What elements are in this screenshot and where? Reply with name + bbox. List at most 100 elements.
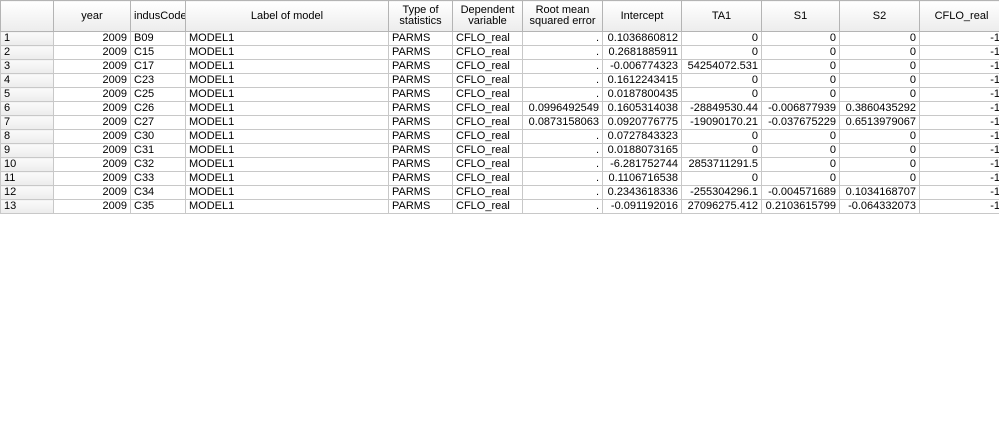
table-row[interactable]: 12 2009 C34 MODEL1 PARMS CFLO_real. 0.23436183…	[0, 185, 999, 200]
row-number[interactable]: 8	[0, 129, 54, 144]
cell-type[interactable]: PARMS	[388, 185, 453, 200]
table-row[interactable]: 10 2009 C32 MODEL1 PARMS CFLO_real. -6.2817527…	[0, 157, 999, 172]
cell-s2[interactable]: 0	[839, 73, 920, 88]
cell-cflo[interactable]: -1	[919, 115, 999, 130]
cell-cflo[interactable]: -1	[919, 129, 999, 144]
cell-type[interactable]: PARMS	[388, 129, 453, 144]
row-number[interactable]: 10	[0, 157, 54, 172]
cell-cflo[interactable]: -1	[919, 143, 999, 158]
cell-depvar[interactable]: CFLO_real	[452, 143, 523, 158]
cell-type[interactable]: PARMS	[388, 101, 453, 116]
cell-indusCode[interactable]: C31	[130, 143, 186, 158]
cell-depvar[interactable]: CFLO_real	[452, 129, 523, 144]
column-header-type[interactable]: Type of statistics	[388, 0, 453, 32]
cell-label[interactable]: MODEL1	[185, 157, 389, 172]
table-row[interactable]: 4 2009 C23 MODEL1 PARMS CFLO_real. 0.161224341…	[0, 73, 999, 88]
cell-type[interactable]: PARMS	[388, 31, 453, 46]
cell-intercept[interactable]: 0.1036860812	[602, 31, 682, 46]
cell-type[interactable]: PARMS	[388, 157, 453, 172]
cell-type[interactable]: PARMS	[388, 171, 453, 186]
cell-label[interactable]: MODEL1	[185, 185, 389, 200]
cell-rmse[interactable]: .	[522, 129, 603, 144]
cell-label[interactable]: MODEL1	[185, 101, 389, 116]
table-row[interactable]: 13 2009 C35 MODEL1 PARMS CFLO_real. -0.0911920…	[0, 199, 999, 214]
cell-ta1[interactable]: 0	[681, 31, 762, 46]
cell-label[interactable]: MODEL1	[185, 73, 389, 88]
cell-label[interactable]: MODEL1	[185, 115, 389, 130]
cell-depvar[interactable]: CFLO_real	[452, 101, 523, 116]
cell-s1[interactable]: -0.006877939	[761, 101, 840, 116]
column-header-ta1[interactable]: TA1	[681, 0, 762, 32]
cell-year[interactable]: 2009	[53, 101, 131, 116]
cell-intercept[interactable]: -6.281752744	[602, 157, 682, 172]
cell-depvar[interactable]: CFLO_real	[452, 59, 523, 74]
cell-ta1[interactable]: 0	[681, 45, 762, 60]
table-row[interactable]: 8 2009 C30 MODEL1 PARMS CFLO_real. 0.072784332…	[0, 129, 999, 144]
cell-label[interactable]: MODEL1	[185, 129, 389, 144]
cell-rmse[interactable]: .	[522, 143, 603, 158]
cell-s2[interactable]: 0	[839, 157, 920, 172]
cell-s1[interactable]: 0	[761, 73, 840, 88]
cell-year[interactable]: 2009	[53, 157, 131, 172]
cell-type[interactable]: PARMS	[388, 115, 453, 130]
data-grid[interactable]: year indusCode Label of model Type of stati…	[0, 0, 999, 435]
cell-cflo[interactable]: -1	[919, 73, 999, 88]
cell-indusCode[interactable]: C15	[130, 45, 186, 60]
cell-intercept[interactable]: 0.1106716538	[602, 171, 682, 186]
cell-label[interactable]: MODEL1	[185, 143, 389, 158]
table-row[interactable]: 6 2009 C26 MODEL1 PARMS CFLO_real 0.0996492549…	[0, 101, 999, 116]
row-number[interactable]: 13	[0, 199, 54, 214]
cell-intercept[interactable]: 0.2681885911	[602, 45, 682, 60]
row-number[interactable]: 11	[0, 171, 54, 186]
row-number[interactable]: 12	[0, 185, 54, 200]
column-header-s2[interactable]: S2	[839, 0, 920, 32]
cell-depvar[interactable]: CFLO_real	[452, 115, 523, 130]
cell-depvar[interactable]: CFLO_real	[452, 199, 523, 214]
table-row[interactable]: 3 2009 C17 MODEL1 PARMS CFLO_real. -0.00677432…	[0, 59, 999, 74]
cell-s2[interactable]: 0	[839, 31, 920, 46]
column-header-s1[interactable]: S1	[761, 0, 840, 32]
cell-depvar[interactable]: CFLO_real	[452, 157, 523, 172]
table-row[interactable]: 5 2009 C25 MODEL1 PARMS CFLO_real. 0.018780043…	[0, 87, 999, 102]
cell-s1[interactable]: 0	[761, 87, 840, 102]
cell-label[interactable]: MODEL1	[185, 31, 389, 46]
cell-s1[interactable]: 0	[761, 129, 840, 144]
cell-rmse[interactable]: .	[522, 45, 603, 60]
cell-s1[interactable]: 0	[761, 157, 840, 172]
cell-year[interactable]: 2009	[53, 129, 131, 144]
cell-depvar[interactable]: CFLO_real	[452, 87, 523, 102]
cell-year[interactable]: 2009	[53, 143, 131, 158]
cell-intercept[interactable]: 0.0188073165	[602, 143, 682, 158]
cell-s2[interactable]: 0	[839, 143, 920, 158]
column-header-year[interactable]: year	[53, 0, 131, 32]
cell-intercept[interactable]: 0.0727843323	[602, 129, 682, 144]
cell-type[interactable]: PARMS	[388, 199, 453, 214]
cell-depvar[interactable]: CFLO_real	[452, 45, 523, 60]
cell-year[interactable]: 2009	[53, 87, 131, 102]
row-number[interactable]: 1	[0, 31, 54, 46]
table-row[interactable]: 2 2009 C15 MODEL1 PARMS CFLO_real. 0.268188591…	[0, 45, 999, 60]
cell-rmse[interactable]: .	[522, 31, 603, 46]
cell-indusCode[interactable]: C26	[130, 101, 186, 116]
cell-ta1[interactable]: 54254072.531	[681, 59, 762, 74]
cell-cflo[interactable]: -1	[919, 59, 999, 74]
cell-indusCode[interactable]: C30	[130, 129, 186, 144]
cell-rmse[interactable]: .	[522, 87, 603, 102]
column-header-label[interactable]: Label of model	[185, 0, 389, 32]
cell-ta1[interactable]: 0	[681, 129, 762, 144]
cell-indusCode[interactable]: C33	[130, 171, 186, 186]
cell-depvar[interactable]: CFLO_real	[452, 73, 523, 88]
cell-label[interactable]: MODEL1	[185, 59, 389, 74]
cell-indusCode[interactable]: C32	[130, 157, 186, 172]
cell-depvar[interactable]: CFLO_real	[452, 185, 523, 200]
cell-s1[interactable]: 0.2103615799	[761, 199, 840, 214]
cell-intercept[interactable]: 0.1612243415	[602, 73, 682, 88]
cell-s1[interactable]: 0	[761, 31, 840, 46]
cell-ta1[interactable]: 0	[681, 143, 762, 158]
cell-cflo[interactable]: -1	[919, 45, 999, 60]
cell-s1[interactable]: 0	[761, 59, 840, 74]
cell-label[interactable]: MODEL1	[185, 199, 389, 214]
cell-s2[interactable]: 0	[839, 87, 920, 102]
cell-label[interactable]: MODEL1	[185, 171, 389, 186]
column-header-indusCode[interactable]: indusCode	[130, 0, 186, 32]
